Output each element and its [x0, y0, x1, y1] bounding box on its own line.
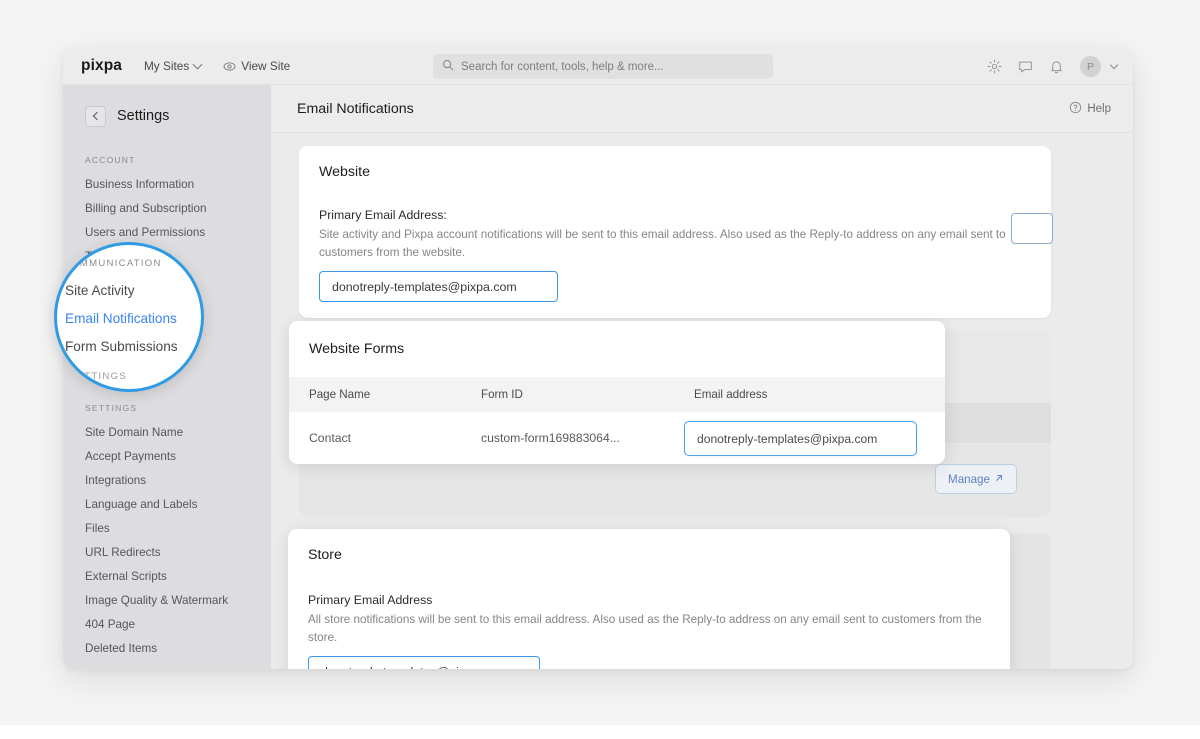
- sidebar-item-billing-and-subscription[interactable]: Billing and Subscription: [63, 197, 271, 221]
- sidebar-item-files[interactable]: Files: [63, 517, 271, 541]
- magnified-group-label-communication: COMMUNICATION: [63, 258, 162, 269]
- back-button[interactable]: [85, 106, 106, 127]
- magnifier-lens-content: COMMUNICATION Site Activity Email Notifi…: [57, 245, 204, 392]
- column-header-form-id: Form ID: [481, 388, 694, 401]
- settings-header: Settings: [63, 99, 271, 133]
- top-bar: pixpa My Sites View Site: [63, 48, 1133, 85]
- website-forms-card-header: Website Forms: [289, 321, 945, 377]
- sidebar-item-url-redirects[interactable]: URL Redirects: [63, 541, 271, 565]
- view-site-label: View Site: [241, 59, 290, 73]
- magnified-item-email-notifications[interactable]: Email Notifications: [65, 311, 177, 326]
- sidebar-item-external-scripts[interactable]: External Scripts: [63, 565, 271, 589]
- nav-group-account-label: ACCOUNT: [85, 155, 271, 165]
- table-row: Contact custom-form169883064... donotrep…: [289, 412, 945, 464]
- website-email-label: Primary Email Address:: [319, 208, 1031, 222]
- content-header: Email Notifications Help: [271, 85, 1133, 133]
- pixpa-logo[interactable]: pixpa: [81, 57, 122, 75]
- cell-page-name: Contact: [289, 431, 481, 445]
- store-card: Store Primary Email Address All store no…: [288, 529, 1010, 669]
- view-site-link[interactable]: View Site: [223, 59, 290, 73]
- chevron-down-icon: [193, 59, 203, 69]
- magnified-group-label-settings: SETTINGS: [69, 371, 127, 382]
- website-card-title: Website: [319, 164, 1031, 180]
- help-button[interactable]: Help: [1069, 101, 1111, 117]
- settings-scroll-area[interactable]: Website Primary Email Address: Site acti…: [271, 133, 1133, 669]
- page-bottom-strip: [0, 725, 1200, 739]
- column-header-email-address: Email address: [694, 388, 945, 401]
- app-window-clip: pixpa My Sites View Site: [63, 48, 1133, 669]
- website-email-description: Site activity and Pixpa account notifica…: [319, 226, 1031, 261]
- sidebar-item-users-and-permissions[interactable]: Users and Permissions: [63, 221, 271, 245]
- website-forms-card-title: Website Forms: [309, 341, 404, 357]
- manage-button[interactable]: Manage: [935, 464, 1017, 494]
- search-input[interactable]: Search for content, tools, help & more..…: [433, 54, 773, 79]
- sidebar-item-integrations[interactable]: Integrations: [63, 469, 271, 493]
- search-icon: [442, 58, 454, 76]
- screenshot-stage: pixpa My Sites View Site: [0, 0, 1200, 739]
- help-label: Help: [1087, 103, 1111, 115]
- bell-icon[interactable]: [1049, 59, 1064, 74]
- sidebar-item-deleted-items[interactable]: Deleted Items: [63, 637, 271, 661]
- search-placeholder: Search for content, tools, help & more..…: [461, 61, 664, 73]
- content-page-title: Email Notifications: [297, 101, 414, 117]
- website-card: Website Primary Email Address: Site acti…: [299, 146, 1051, 318]
- my-sites-menu[interactable]: My Sites: [144, 59, 201, 73]
- nav-group-settings-label: SETTINGS: [85, 403, 271, 413]
- store-email-description: All store notifications will be sent to …: [308, 611, 990, 646]
- eye-icon: [223, 60, 236, 73]
- brightness-icon[interactable]: [987, 59, 1002, 74]
- cell-form-id: custom-form169883064...: [481, 431, 694, 445]
- my-sites-label: My Sites: [144, 59, 189, 73]
- chevron-down-icon[interactable]: [1110, 60, 1118, 68]
- external-link-icon: [994, 473, 1004, 486]
- magnified-item-site-activity[interactable]: Site Activity: [65, 283, 135, 298]
- magnifier-lens: COMMUNICATION Site Activity Email Notifi…: [54, 242, 204, 392]
- topbar-actions: P: [987, 48, 1117, 85]
- sidebar-item-404-page[interactable]: 404 Page: [63, 613, 271, 637]
- forms-table-header: Page Name Form ID Email address: [289, 377, 945, 412]
- column-header-page-name: Page Name: [289, 388, 481, 401]
- chevron-left-icon: [92, 112, 100, 120]
- store-primary-email-input[interactable]: donotreply-templates@pixpa.com: [308, 656, 540, 669]
- website-primary-email-input[interactable]: donotreply-templates@pixpa.com: [319, 271, 558, 302]
- manage-label: Manage: [948, 473, 990, 486]
- sidebar-item-accept-payments[interactable]: Accept Payments: [63, 445, 271, 469]
- avatar[interactable]: P: [1080, 56, 1101, 77]
- magnified-item-form-submissions[interactable]: Form Submissions: [65, 339, 178, 354]
- store-card-title: Store: [308, 547, 990, 563]
- sidebar-item-image-quality-watermark[interactable]: Image Quality & Watermark: [63, 589, 271, 613]
- sidebar-item-language-and-labels[interactable]: Language and Labels: [63, 493, 271, 517]
- sidebar-item-site-domain-name[interactable]: Site Domain Name: [63, 421, 271, 445]
- app-window: pixpa My Sites View Site: [63, 48, 1133, 669]
- message-icon[interactable]: [1018, 59, 1033, 74]
- content-area: Email Notifications Help: [271, 85, 1133, 669]
- form-email-input[interactable]: donotreply-templates@pixpa.com: [684, 421, 917, 456]
- page-title: Settings: [117, 108, 169, 124]
- store-email-label: Primary Email Address: [308, 593, 990, 607]
- website-forms-card: Website Forms Page Name Form ID Email ad…: [289, 321, 945, 464]
- sidebar-item-business-information[interactable]: Business Information: [63, 173, 271, 197]
- help-circle-icon: [1069, 101, 1082, 117]
- partially-hidden-input[interactable]: [1011, 213, 1053, 244]
